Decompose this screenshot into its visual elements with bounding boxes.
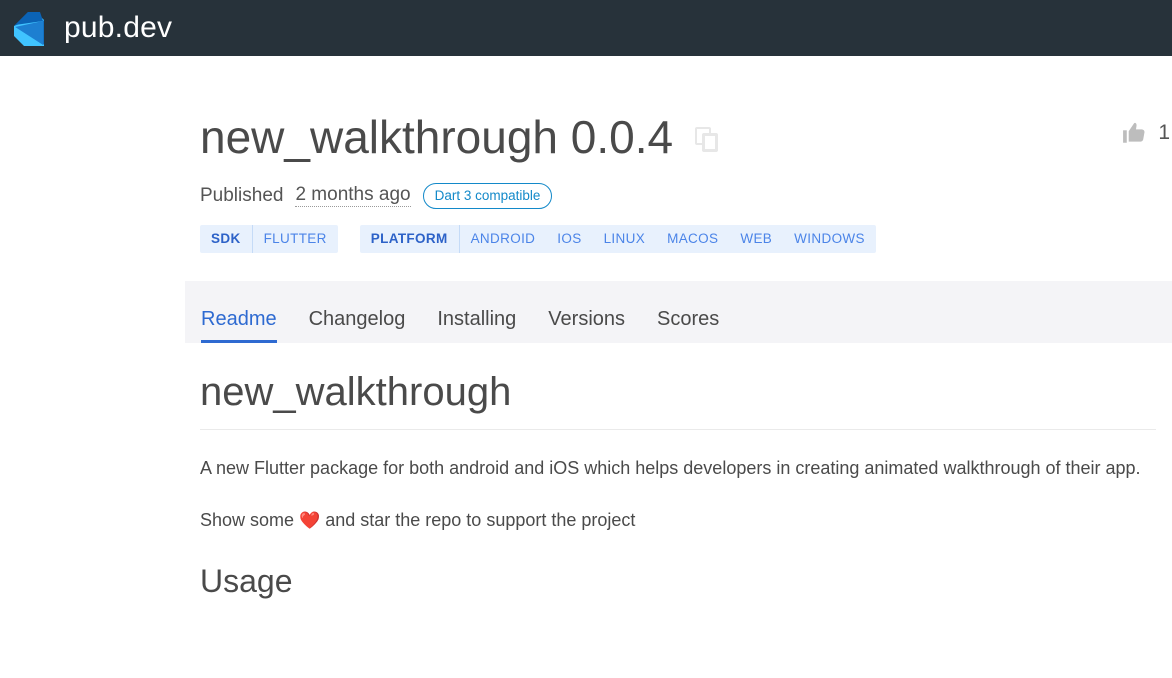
platform-tag-macos[interactable]: MACOS	[656, 225, 729, 253]
package-page: new_walkthrough 0.0.4 Published 2 months…	[0, 56, 1172, 600]
heart-icon: ❤️	[299, 511, 321, 531]
platform-tag-ios[interactable]: IOS	[546, 225, 592, 253]
package-tags-row: SDK FLUTTER PLATFORM ANDROID IOS LINUX M…	[200, 121, 1170, 253]
readme-paragraph-support: Show some ❤️ and star the repo to suppor…	[200, 506, 1156, 535]
sdk-tag-lead: SDK	[200, 224, 253, 253]
readme-heading: new_walkthrough	[200, 369, 1156, 430]
tab-installing[interactable]: Installing	[421, 309, 532, 343]
readme-content: new_walkthrough A new Flutter package fo…	[200, 343, 1156, 600]
platform-tag-android[interactable]: ANDROID	[460, 225, 547, 253]
support-suffix: and star the repo to support the project	[320, 510, 636, 531]
readme-section-usage: Usage	[200, 562, 293, 599]
site-logo-link[interactable]: pub.dev	[10, 8, 172, 48]
like-block[interactable]: 1	[1122, 120, 1170, 146]
platform-tag-group: PLATFORM ANDROID IOS LINUX MACOS WEB WIN…	[359, 224, 876, 253]
readme-paragraph-description: A new Flutter package for both android a…	[200, 457, 1141, 478]
dart-logo-icon	[10, 8, 50, 48]
like-count: 1	[1158, 121, 1170, 144]
tab-scores[interactable]: Scores	[641, 309, 735, 343]
title-row: new_walkthrough 0.0.4	[200, 112, 1156, 163]
site-header: pub.dev	[0, 0, 1172, 56]
sdk-tag-flutter[interactable]: FLUTTER	[253, 225, 338, 253]
tab-changelog[interactable]: Changelog	[293, 309, 422, 343]
copy-icon-front	[702, 133, 719, 153]
sdk-tag-group: SDK FLUTTER	[200, 224, 338, 253]
thumb-up-icon[interactable]	[1122, 120, 1148, 146]
published-label: Published	[200, 184, 284, 206]
package-header-inner: new_walkthrough 0.0.4 Published 2 months…	[200, 112, 1170, 253]
package-tabbar: Readme Changelog Installing Versions Sco…	[185, 280, 1172, 343]
published-relative-time[interactable]: 2 months ago	[295, 184, 411, 208]
site-brand-name: pub.dev	[64, 11, 173, 44]
tab-versions[interactable]: Versions	[532, 309, 641, 343]
publish-meta-row: Published 2 months ago Dart 3 compatible	[200, 182, 1156, 209]
platform-tag-linux[interactable]: LINUX	[593, 225, 657, 253]
page-title: new_walkthrough 0.0.4	[200, 111, 674, 163]
dart3-compatible-badge[interactable]: Dart 3 compatible	[422, 182, 553, 209]
platform-tag-lead: PLATFORM	[360, 224, 460, 253]
package-detail-header: new_walkthrough 0.0.4 Published 2 months…	[0, 56, 1172, 253]
copy-icon[interactable]	[695, 127, 721, 153]
tab-list: Readme Changelog Installing Versions Sco…	[185, 281, 1172, 343]
platform-tag-web[interactable]: WEB	[729, 225, 783, 253]
platform-tag-windows[interactable]: WINDOWS	[783, 225, 876, 253]
support-prefix: Show some	[200, 510, 300, 531]
tab-readme[interactable]: Readme	[201, 309, 293, 343]
